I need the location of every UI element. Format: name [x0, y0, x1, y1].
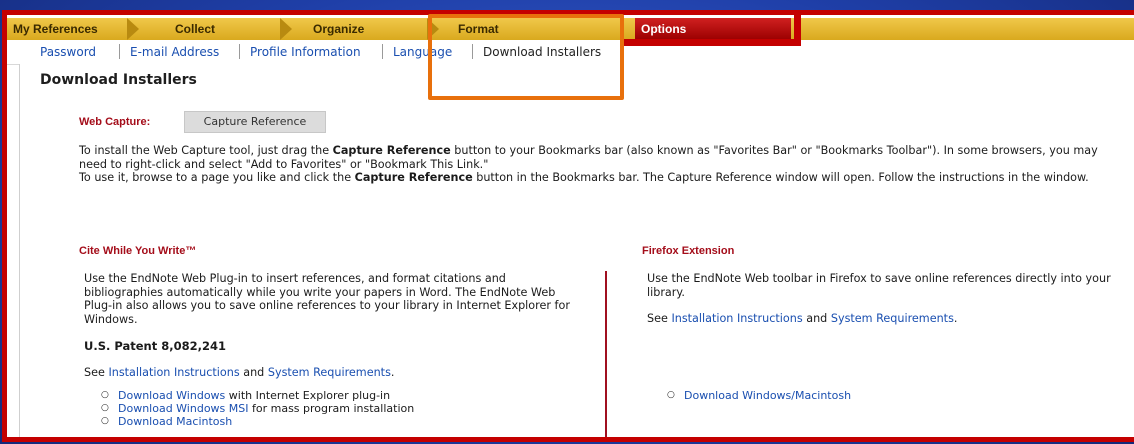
firefox-see-links: See Installation Instructions and System…	[647, 312, 957, 326]
circle-bullet-icon: ○	[667, 390, 675, 400]
list-item: ○ Download Windows MSI for mass program i…	[99, 402, 414, 415]
tab-my-references[interactable]: My References	[7, 18, 133, 40]
tab-separator	[127, 18, 139, 40]
firefox-description: Use the EndNote Web toolbar in Firefox t…	[647, 272, 1111, 299]
download-note: with Internet Explorer plug-in	[225, 389, 391, 402]
web-capture-instructions: To install the Web Capture tool, just dr…	[79, 144, 1129, 185]
list-item: ○ Download Windows/Macintosh	[665, 389, 851, 402]
and-text: and	[239, 366, 268, 379]
cwyw-download-list: ○ Download Windows with Internet Explorer…	[99, 389, 414, 428]
capture-reference-button[interactable]: Capture Reference	[184, 111, 326, 133]
web-capture-label: Web Capture:	[79, 116, 151, 128]
instr-text: To use it, browse to a page you like and…	[79, 171, 355, 184]
subnav-divider	[119, 44, 120, 59]
subnav-email-address[interactable]: E-mail Address	[130, 45, 219, 59]
download-windows-link[interactable]: Download Windows	[118, 389, 225, 402]
system-requirements-link[interactable]: System Requirements	[268, 366, 391, 379]
period-text: .	[390, 366, 395, 379]
circle-bullet-icon: ○	[101, 416, 109, 426]
cwyw-description: Use the EndNote Web Plug-in to insert re…	[84, 272, 570, 326]
download-note: for mass program installation	[248, 402, 415, 415]
installation-instructions-link[interactable]: Installation Instructions	[671, 312, 802, 325]
and-text: and	[802, 312, 831, 325]
see-text: See	[84, 366, 109, 379]
installation-instructions-link[interactable]: Installation Instructions	[108, 366, 239, 379]
instr-bold: Capture Reference	[332, 144, 451, 157]
period-text: .	[953, 312, 958, 325]
see-text: See	[647, 312, 672, 325]
options-tab-highlight	[623, 12, 801, 46]
firefox-heading: Firefox Extension	[642, 245, 735, 257]
subnav-password[interactable]: Password	[40, 45, 96, 59]
instr-text: button in the Bookmarks bar. The Capture…	[472, 171, 1089, 184]
list-item: ○ Download Windows with Internet Explorer…	[99, 389, 414, 402]
tab-separator	[280, 18, 292, 40]
download-installers-highlight	[428, 14, 624, 100]
circle-bullet-icon: ○	[101, 403, 109, 413]
download-macintosh-link[interactable]: Download Macintosh	[118, 415, 232, 428]
page-title: Download Installers	[40, 72, 197, 88]
subnav-profile-information[interactable]: Profile Information	[250, 45, 361, 59]
cwyw-see-links: See Installation Instructions and System…	[84, 366, 394, 380]
system-requirements-link[interactable]: System Requirements	[831, 312, 954, 325]
tab-collect[interactable]: Collect	[169, 18, 285, 40]
download-windows-msi-link[interactable]: Download Windows MSI	[118, 402, 249, 415]
list-item: ○ Download Macintosh	[99, 415, 414, 428]
column-divider	[605, 271, 607, 437]
cwyw-heading: Cite While You Write™	[79, 245, 197, 257]
firefox-download-list: ○ Download Windows/Macintosh	[665, 389, 851, 402]
subnav-divider	[239, 44, 240, 59]
circle-bullet-icon: ○	[101, 390, 109, 400]
patent-number: U.S. Patent 8,082,241	[84, 339, 226, 353]
subnav-divider	[382, 44, 383, 59]
instr-bold: Capture Reference	[354, 171, 473, 184]
tab-organize[interactable]: Organize	[307, 18, 433, 40]
download-windows-macintosh-link[interactable]: Download Windows/Macintosh	[684, 389, 851, 402]
instr-text: To install the Web Capture tool, just dr…	[79, 144, 333, 157]
